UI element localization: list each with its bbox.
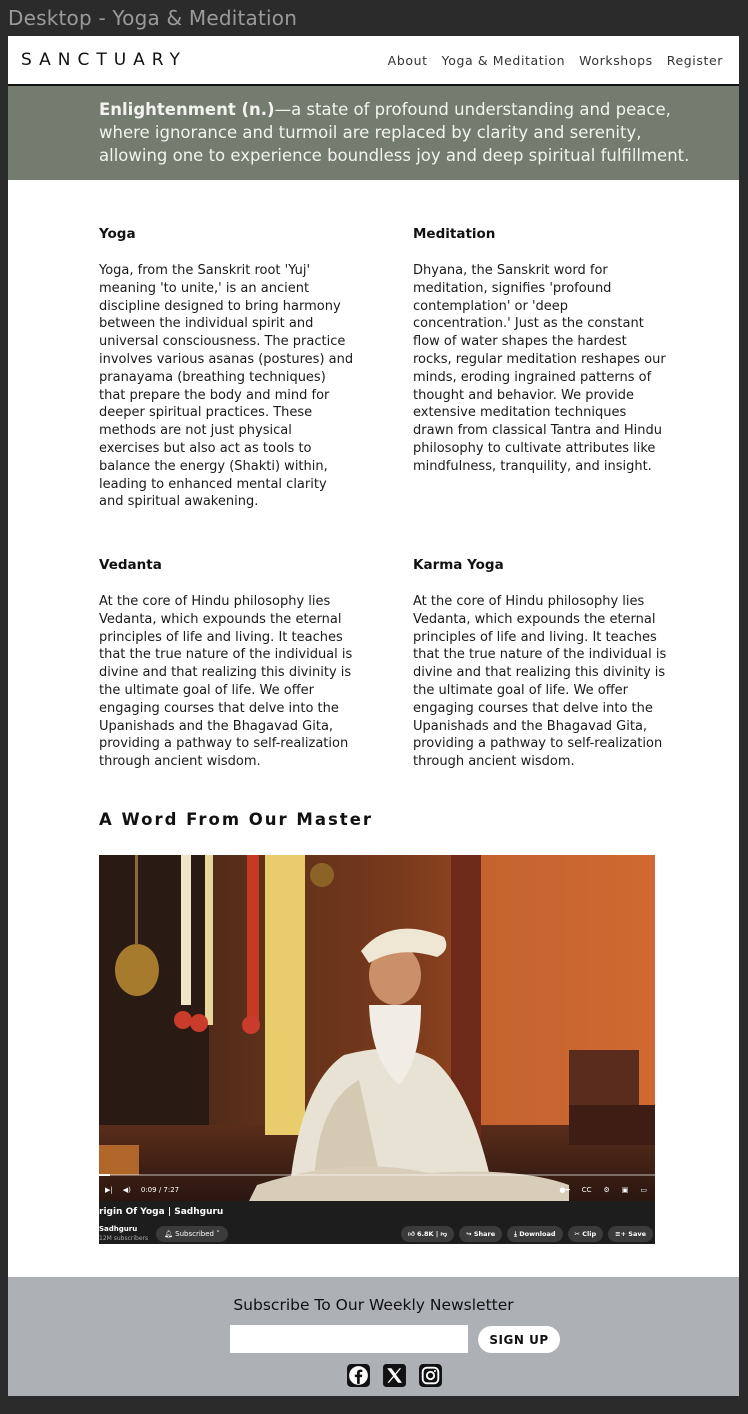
share-icon: ↪ bbox=[466, 1230, 474, 1238]
newsletter-email-input[interactable] bbox=[230, 1325, 468, 1353]
download-label: Download bbox=[519, 1230, 556, 1238]
hero-banner: Enlightenment (n.)—a state of profound u… bbox=[8, 86, 739, 180]
autoplay-toggle[interactable]: ●━ bbox=[559, 1186, 569, 1194]
video-channel[interactable]: Sadhguru 12M subscribers bbox=[99, 1225, 148, 1243]
nav-item-register[interactable]: Register bbox=[667, 53, 723, 68]
download-button[interactable]: ⤓ Download bbox=[507, 1226, 563, 1242]
video-time: 0:09 / 7:27 bbox=[140, 1186, 180, 1194]
section-title: Meditation bbox=[413, 226, 496, 242]
hero-term: Enlightenment (n.) bbox=[99, 100, 275, 119]
nav-item-about[interactable]: About bbox=[388, 53, 428, 68]
share-label: Share bbox=[473, 1230, 496, 1238]
section-title: Vedanta bbox=[99, 557, 162, 573]
section-karma-yoga: Karma Yoga At the core of Hindu philosop… bbox=[413, 557, 669, 771]
page: SANCTUARY About Yoga & Meditation Worksh… bbox=[8, 36, 739, 1396]
word-from-master-title: A Word From Our Master bbox=[99, 810, 374, 829]
subscriber-count: 12M subscribers bbox=[99, 1235, 149, 1242]
channel-name[interactable]: Sadhguru bbox=[99, 1225, 148, 1234]
section-yoga: Yoga Yoga, from the Sanskrit root 'Yuj' … bbox=[99, 226, 355, 511]
window-title: Desktop - Yoga & Meditation bbox=[8, 6, 298, 30]
settings-gear-icon[interactable]: ⚙ bbox=[603, 1186, 609, 1194]
section-vedanta: Vedanta At the core of Hindu philosophy … bbox=[99, 557, 355, 771]
hero-definition: Enlightenment (n.)—a state of profound u… bbox=[99, 98, 699, 167]
x-icon[interactable] bbox=[382, 1363, 407, 1388]
facebook-icon[interactable] bbox=[346, 1363, 371, 1388]
video-progress-track[interactable] bbox=[99, 1174, 655, 1176]
thumbs-down-icon: 👎︎ bbox=[440, 1230, 448, 1238]
video-info-bar: rigin Of Yoga | Sadhguru Sadhguru 12M su… bbox=[99, 1201, 655, 1244]
clip-label: Clip bbox=[582, 1230, 597, 1238]
subscribed-label: Subscribed bbox=[175, 1230, 214, 1238]
brand-logo[interactable]: SANCTUARY bbox=[21, 50, 187, 70]
thumbs-up-icon: 👍︎ bbox=[407, 1230, 418, 1238]
skip-next-icon[interactable]: ▶︎| bbox=[105, 1186, 113, 1194]
theater-mode-icon[interactable]: ▭ bbox=[640, 1186, 647, 1194]
share-button[interactable]: ↪ Share bbox=[459, 1226, 503, 1242]
clip-button[interactable]: ✂ Clip bbox=[567, 1226, 604, 1242]
bell-icon: 🔔︎ bbox=[164, 1230, 176, 1238]
video-controls: ▶︎| ◀) 0:09 / 7:27 ●━ CC ⚙ ▣ ▭ bbox=[99, 1179, 655, 1201]
section-title: Yoga bbox=[99, 226, 136, 242]
video-player[interactable]: ▶︎| ◀) 0:09 / 7:27 ●━ CC ⚙ ▣ ▭ rigin Of … bbox=[99, 855, 655, 1244]
section-body: Dhyana, the Sanskrit word for meditation… bbox=[413, 263, 666, 474]
nav-links: About Yoga & Meditation Workshops Regist… bbox=[388, 53, 723, 68]
like-count: 6.8K bbox=[417, 1230, 434, 1238]
miniplayer-icon[interactable]: ▣ bbox=[622, 1186, 629, 1194]
social-links bbox=[346, 1363, 443, 1388]
nav-item-yoga-meditation[interactable]: Yoga & Meditation bbox=[442, 53, 566, 68]
section-title: Karma Yoga bbox=[413, 557, 504, 573]
newsletter-footer: Subscribe To Our Weekly Newsletter SIGN … bbox=[8, 1277, 739, 1396]
newsletter-title: Subscribe To Our Weekly Newsletter bbox=[233, 1296, 514, 1314]
section-body: At the core of Hindu philosophy lies Ved… bbox=[99, 594, 353, 770]
save-label: Save bbox=[628, 1230, 646, 1238]
sign-up-button[interactable]: SIGN UP bbox=[478, 1326, 560, 1353]
video-progress-fill bbox=[99, 1174, 111, 1176]
section-body: At the core of Hindu philosophy lies Ved… bbox=[413, 594, 667, 770]
captions-icon[interactable]: CC bbox=[582, 1186, 592, 1194]
volume-icon[interactable]: ◀) bbox=[123, 1186, 131, 1194]
section-body: Yoga, from the Sanskrit root 'Yuj' meani… bbox=[99, 263, 354, 510]
video-actions: 👍︎ 6.8K | 👎︎ ↪ Share ⤓ Download ✂ Clip ≡… bbox=[400, 1226, 653, 1242]
video-title[interactable]: rigin Of Yoga | Sadhguru bbox=[99, 1207, 223, 1217]
playlist-add-icon: ≡+ bbox=[615, 1230, 629, 1238]
nav-item-workshops[interactable]: Workshops bbox=[579, 53, 653, 68]
instagram-icon[interactable] bbox=[418, 1363, 443, 1388]
section-meditation: Meditation Dhyana, the Sanskrit word for… bbox=[413, 226, 669, 476]
save-button[interactable]: ≡+ Save bbox=[608, 1226, 653, 1242]
subscribed-button[interactable]: 🔔︎ Subscribed ˅ bbox=[156, 1226, 228, 1242]
top-nav: SANCTUARY About Yoga & Meditation Worksh… bbox=[8, 36, 739, 86]
like-button[interactable]: 👍︎ 6.8K | 👎︎ bbox=[400, 1226, 455, 1242]
